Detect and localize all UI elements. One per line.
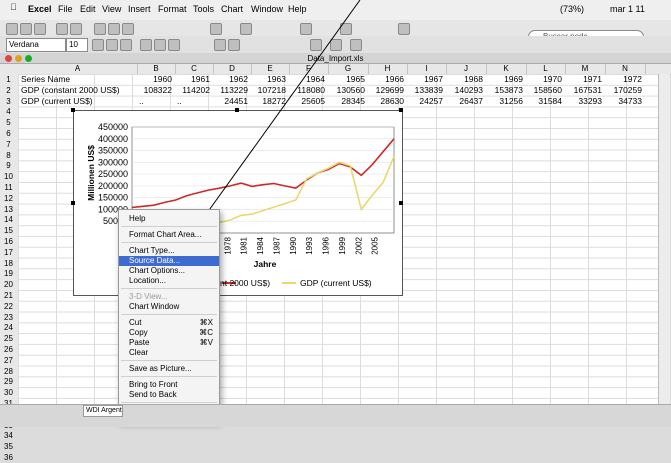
menu-item-chart-type[interactable]: Chart Type... <box>119 246 219 256</box>
menu-item-label: Paste <box>129 338 150 347</box>
menu-item-save-as-picture[interactable]: Save as Picture... <box>119 364 219 374</box>
menu-item-cut[interactable]: Cut ⌘X <box>119 318 219 328</box>
menu-item-label: Source Data... <box>129 256 181 265</box>
menu-item-source-data[interactable]: Source Data... <box>119 256 219 266</box>
menu-item-copy[interactable]: Copy ⌘C <box>119 328 219 338</box>
menu-separator <box>121 226 217 227</box>
menu-item-label: Send to Back <box>129 390 177 399</box>
menu-separator <box>121 314 217 315</box>
menu-item-chart-window[interactable]: Chart Window <box>119 302 219 312</box>
menu-item-label: Chart Type... <box>129 246 175 255</box>
menu-item-shortcut: ⌘V <box>199 338 213 347</box>
menu-item-bring-to-front[interactable]: Bring to Front <box>119 380 219 390</box>
menu-item-chart-options[interactable]: Chart Options... <box>119 266 219 276</box>
menu-item-label: Clear <box>129 348 149 357</box>
menu-item-label: Chart Options... <box>129 266 186 275</box>
row-header[interactable]: 35 <box>0 441 17 452</box>
menu-separator <box>121 288 217 289</box>
menu-item-label: 3-D View... <box>129 292 168 301</box>
menu-item-location[interactable]: Location... <box>119 276 219 286</box>
menu-item-label: Cut <box>129 318 142 327</box>
menu-item-label: Format Chart Area... <box>129 230 202 239</box>
menu-item-shortcut: ⌘X <box>199 318 213 327</box>
row-header[interactable]: 34 <box>0 430 17 441</box>
menu-item-label: Chart Window <box>129 302 180 311</box>
sheet-tab[interactable]: WDI Argenti <box>83 405 123 417</box>
menu-item-paste[interactable]: Paste ⌘V <box>119 338 219 348</box>
vertical-scrollbar[interactable] <box>658 74 670 404</box>
menu-separator <box>121 360 217 361</box>
menu-item-label: Bring to Front <box>129 380 178 389</box>
menu-item-format-chart-area[interactable]: Format Chart Area... <box>119 230 219 240</box>
chart-context-menu: Help Format Chart Area... Chart Type... Sou… <box>118 209 220 422</box>
menu-item-label: Save as Picture... <box>129 364 192 373</box>
menu-item-label: Help <box>129 214 146 223</box>
menu-item-help[interactable]: Help <box>119 214 219 224</box>
menu-separator <box>121 242 217 243</box>
menu-item-3-d-view[interactable]: 3-D View... <box>119 292 219 302</box>
menu-separator <box>121 402 217 403</box>
menu-item-label: Copy <box>129 328 148 337</box>
menu-item-shortcut: ⌘C <box>199 328 213 337</box>
row-header[interactable]: 36 <box>0 452 17 463</box>
menu-item-send-to-back[interactable]: Send to Back <box>119 390 219 400</box>
annotation-arrow <box>180 0 361 251</box>
menu-item-clear[interactable]: Clear <box>119 348 219 358</box>
menu-separator <box>121 376 217 377</box>
menu-item-label: Location... <box>129 276 166 285</box>
